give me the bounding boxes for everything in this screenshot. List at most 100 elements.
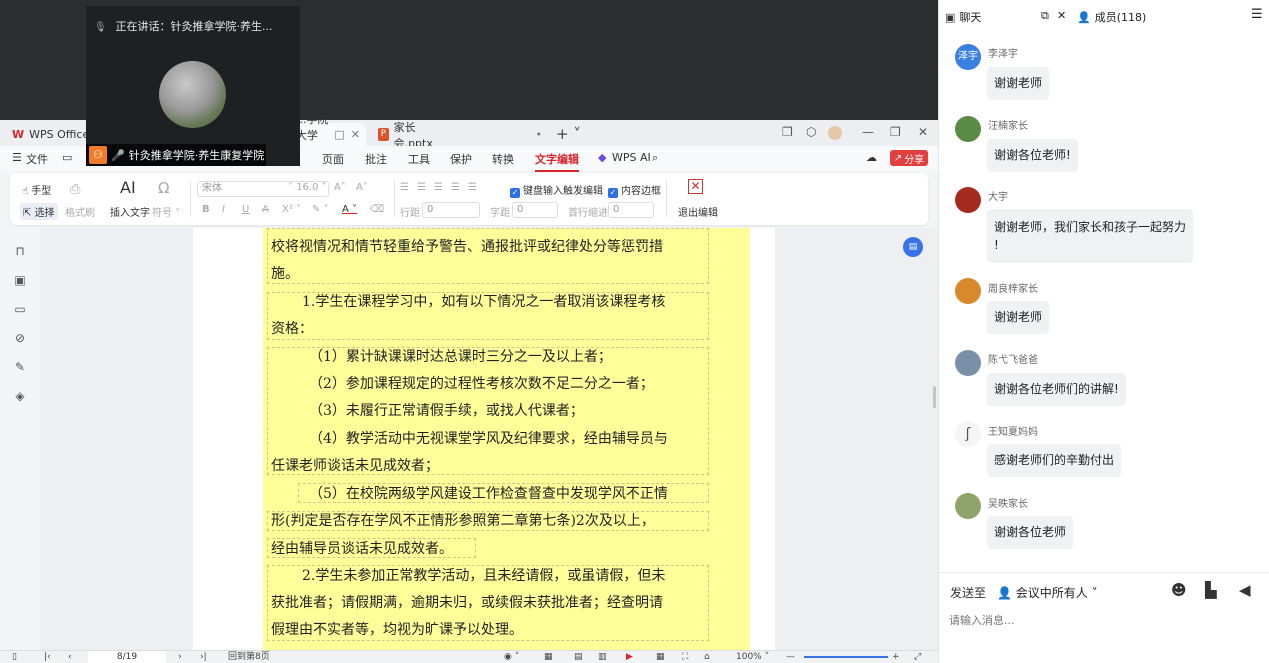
underline-icon[interactable]: U — [242, 204, 249, 215]
close-chat-icon[interactable]: ✕ — [1057, 9, 1066, 22]
new-tab-plus-icon[interactable]: + ˅ — [556, 125, 581, 143]
zoom-slider[interactable] — [804, 656, 888, 658]
tab-wps-office[interactable]: W WPS Office — [6, 123, 95, 146]
menu-file[interactable]: 文件 — [26, 151, 48, 167]
format-brush-icon: ⎙ — [70, 182, 81, 197]
highlight-icon[interactable]: ✎ ˅ — [312, 204, 329, 215]
insert-text-button[interactable]: 插入文字 — [110, 204, 150, 219]
menu-convert[interactable]: 转换 — [492, 151, 514, 167]
meeting-video-overlay[interactable]: 🎙 正在讲话：针灸推拿学院·养生... ⚇ 🎤 针灸推拿学院·养生康复学院 — [86, 0, 300, 166]
single-page-icon[interactable]: ▦ — [544, 651, 553, 663]
message-bubble: 谢谢各位老师们的讲解! — [987, 373, 1126, 406]
fit-icon[interactable]: ⛶ — [682, 651, 688, 663]
format-brush-button[interactable]: 格式刷 — [65, 204, 95, 219]
superscript-icon[interactable]: X² ˅ — [282, 204, 301, 215]
share-button[interactable]: ↗ 分享 — [890, 150, 928, 166]
window-tile-icon[interactable]: ❐ — [782, 125, 793, 139]
jump-back-link[interactable]: 回到第8页 — [228, 651, 270, 663]
maximize-icon[interactable]: ❐ — [890, 125, 901, 139]
paragraph-align-icons[interactable]: ☰☰☰☰☰ — [400, 182, 485, 193]
zoom-out-icon[interactable]: — — [786, 651, 795, 663]
cloud-icon[interactable]: ☁ — [866, 151, 877, 164]
font-size-dropdown[interactable]: ˅ 16.0 ˅ — [288, 182, 327, 193]
tab-chat[interactable]: ▣ 聊天 — [945, 9, 981, 25]
menu-tools[interactable]: 工具 — [408, 151, 430, 167]
view-mode-icon[interactable]: ◉ ˅ — [504, 651, 519, 663]
eraser-icon[interactable]: ⌫ — [370, 204, 384, 215]
bookmark-icon[interactable]: ⊓ — [13, 244, 27, 258]
floating-tool-icon[interactable]: ▤ — [903, 237, 923, 257]
menu-icon[interactable]: ☰ — [1251, 7, 1263, 22]
chat-panel: ▣ 聊天 ⧉ ✕ 👤 成员(118) ☰ 泽宇 李泽宇 谢谢老师 汪楠家长 谢谢… — [938, 0, 1269, 663]
tab-members[interactable]: 👤 成员(118) — [1077, 9, 1146, 25]
double-page-icon[interactable]: ▥ — [598, 651, 607, 663]
speaking-indicator: 🎙 正在讲话：针灸推拿学院·养生... — [94, 18, 294, 34]
minimize-icon[interactable]: — — [862, 125, 874, 139]
play-icon[interactable]: ▶ — [626, 651, 633, 663]
user-avatar-icon[interactable] — [828, 126, 842, 140]
doc-line: 经由辅导员谈话未见成效者。 — [271, 541, 453, 557]
text-edit-ribbon: ☝ 手型 ⎙ ⇱ 选择 格式刷 AI 插入文字 Ω 符号 ˅ 宋体 ˅ 16.0… — [10, 173, 928, 225]
megaphone-icon[interactable]: ◀ — [1239, 581, 1251, 599]
font-grow-icon[interactable]: A˄ — [334, 182, 346, 193]
exit-edit-icon: ✕ — [688, 179, 703, 194]
keyboard-trigger-checkbox[interactable]: ✓ 键盘输入触发编辑 — [510, 182, 603, 198]
first-page-icon[interactable]: |‹ — [44, 651, 51, 663]
exit-edit-button[interactable]: 退出编辑 — [678, 204, 718, 219]
search-icon[interactable]: ⌕ — [652, 151, 658, 165]
close-window-icon[interactable]: ✕ — [918, 125, 928, 139]
zoom-level[interactable]: 100% ˅ — [736, 651, 769, 663]
indent-input[interactable]: 0 — [608, 202, 654, 218]
prev-page-icon[interactable]: ‹ — [68, 651, 72, 663]
tab-close-icon[interactable]: ✕ — [351, 128, 360, 141]
menu-annotate[interactable]: 批注 — [365, 151, 387, 167]
menu-page[interactable]: 页面 — [322, 151, 344, 167]
emoji-icon[interactable]: ☻ — [1171, 581, 1187, 599]
symbol-button[interactable]: 符号 ˅ — [152, 204, 180, 219]
fullscreen-icon[interactable]: ⤢ — [914, 651, 921, 663]
hand-tool-button[interactable]: ☝ 手型 — [22, 182, 51, 197]
folder-icon[interactable]: ▭ — [62, 151, 72, 164]
select-tool-button[interactable]: ⇱ 选择 — [20, 203, 58, 220]
content-border-checkbox[interactable]: ✓ 内容边框 — [608, 182, 661, 198]
share-icon: ↗ — [893, 152, 903, 164]
tab-pptx-document[interactable]: P 家长会.pptx • — [372, 121, 548, 150]
hamburger-icon[interactable]: ☰ — [12, 151, 22, 164]
continuous-icon[interactable]: ▤ — [574, 651, 583, 663]
layers-icon[interactable]: ◈ — [13, 389, 27, 403]
sender-name: 吴昳家长 — [988, 499, 1028, 510]
italic-icon[interactable]: I — [222, 204, 225, 215]
scrollbar-handle[interactable] — [933, 386, 936, 408]
read-mode-icon[interactable]: ⌂ — [704, 651, 710, 663]
send-target-select[interactable]: 👤 会议中所有人 ˅ — [997, 584, 1098, 601]
font-shrink-icon[interactable]: A˅ — [356, 182, 368, 193]
sender-name: 李泽宇 — [988, 49, 1018, 60]
signature-icon[interactable]: ✎ — [13, 360, 27, 374]
attachment-icon[interactable]: ⊘ — [13, 331, 27, 345]
menu-wps-ai[interactable]: WPS AI — [612, 151, 651, 164]
sidebar-toggle-icon[interactable]: ▯ — [12, 651, 17, 663]
char-spacing-input[interactable]: 0 — [512, 202, 558, 218]
message-input[interactable] — [949, 611, 1249, 629]
folder-icon[interactable]: ▙ — [1205, 581, 1217, 599]
tab-pdf-document[interactable]: ...学院大学本... □ ✕ — [290, 113, 366, 158]
comment-icon[interactable]: ▭ — [13, 302, 27, 316]
font-color-icon[interactable]: A ˅ — [342, 204, 357, 215]
thumbnail-icon[interactable]: ▣ — [13, 273, 27, 287]
grid-icon[interactable]: ▦ — [656, 651, 665, 663]
cube-icon[interactable]: ⬡ — [806, 125, 816, 139]
select-label: 选择 — [34, 208, 55, 219]
line-spacing-input[interactable]: 0 — [422, 202, 480, 218]
bold-icon[interactable]: B — [202, 204, 210, 215]
page-number-input[interactable]: 8/19 — [88, 651, 166, 663]
text-block-frame[interactable] — [267, 228, 709, 284]
zoom-in-icon[interactable]: + — [892, 651, 900, 663]
menu-protect[interactable]: 保护 — [450, 151, 472, 167]
menu-text-edit[interactable]: 文字编辑 — [535, 151, 579, 172]
strikethrough-icon[interactable]: A — [262, 204, 269, 215]
mic-muted-icon: 🎙 — [94, 22, 107, 33]
doc-line: 任课老师谈话未见成效者； — [271, 458, 439, 474]
popout-icon[interactable]: ⧉ — [1041, 9, 1049, 23]
last-page-icon[interactable]: ›| — [200, 651, 207, 663]
next-page-icon[interactable]: › — [178, 651, 182, 663]
